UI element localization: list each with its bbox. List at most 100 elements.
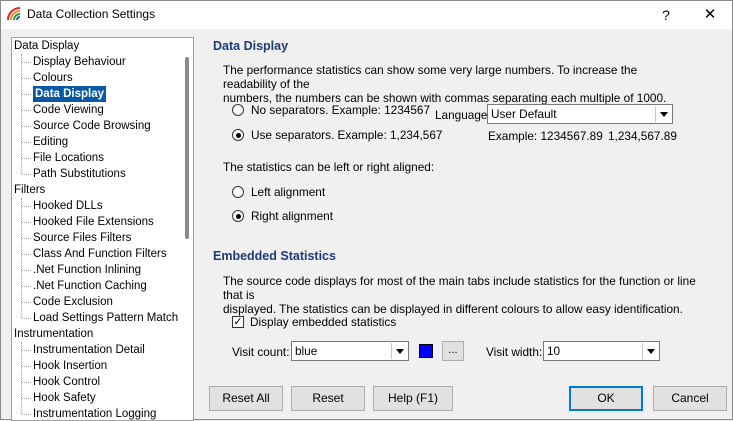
close-icon[interactable]: ✕ — [690, 1, 730, 29]
use-separators-label: Use separators. Example: 1,234,567 — [251, 128, 443, 142]
tree-connector — [22, 350, 31, 351]
tree-connector — [22, 222, 31, 223]
reset-button[interactable]: Reset — [291, 386, 365, 411]
tree-connector — [22, 286, 31, 287]
tree-item-hooked-file-extensions[interactable]: Hooked File Extensions — [33, 214, 154, 230]
tree-item-code-exclusion[interactable]: Code Exclusion — [33, 294, 113, 310]
tree-item-source-code-browsing[interactable]: Source Code Browsing — [33, 118, 151, 134]
visit-width-dropdown[interactable]: 10 — [543, 341, 660, 361]
language-dropdown[interactable]: User Default — [487, 104, 673, 124]
tree-connector-vertical — [21, 54, 22, 174]
tree-group-data-display[interactable]: Data Display — [14, 38, 79, 54]
visit-count-color-swatch — [419, 344, 433, 358]
no-separators-label: No separators. Example: 1234567 — [251, 103, 431, 117]
help-icon[interactable]: ? — [646, 1, 686, 29]
help-button[interactable]: Help (F1) — [373, 386, 453, 411]
tree-connector-vertical — [21, 342, 22, 414]
align-prompt: The statistics can be left or right alig… — [223, 160, 435, 174]
tree-connector — [22, 158, 31, 159]
tree-connector — [22, 62, 31, 63]
tree-scrollbar[interactable] — [181, 38, 193, 420]
left-alignment-label: Left alignment — [251, 185, 326, 199]
no-separators-option[interactable]: No separators. Example: 1234567 — [232, 102, 430, 118]
tree-connector — [22, 78, 31, 79]
visit-count-value: blue — [295, 344, 318, 358]
display-embedded-option[interactable]: ✓ Display embedded statistics — [232, 314, 396, 330]
tree-item-load-settings-pattern-match[interactable]: Load Settings Pattern Match — [33, 310, 178, 326]
tree-item-hook-control[interactable]: Hook Control — [33, 374, 100, 390]
window-title: Data Collection Settings — [27, 7, 156, 21]
tree-item-display-behaviour[interactable]: Display Behaviour — [33, 54, 126, 70]
no-separators-radio[interactable] — [232, 104, 244, 116]
tree-connector — [22, 142, 31, 143]
right-alignment-radio[interactable] — [232, 210, 244, 222]
example-value-separated: 1,234,567.89 — [608, 129, 677, 143]
chevron-down-icon[interactable] — [642, 343, 658, 359]
embedded-statistics-heading: Embedded Statistics — [213, 249, 336, 263]
tree-connector — [22, 238, 31, 239]
chevron-down-icon[interactable] — [655, 106, 671, 122]
reset-all-button[interactable]: Reset All — [209, 386, 283, 411]
title-bar[interactable]: Data Collection Settings ? ✕ — [1, 1, 732, 29]
left-alignment-option[interactable]: Left alignment — [232, 184, 325, 200]
example-value-plain: 1234567.89 — [540, 129, 603, 143]
tree-connector — [22, 254, 31, 255]
tree-connector — [22, 318, 31, 319]
tree-item-net-function-inlining[interactable]: .Net Function Inlining — [33, 262, 141, 278]
data-display-description: The performance statistics can show some… — [223, 63, 693, 105]
display-embedded-label: Display embedded statistics — [250, 315, 397, 329]
dialog-window: Data Collection Settings ? ✕ Data Displa… — [0, 0, 733, 421]
visit-width-label: Visit width: — [486, 345, 543, 359]
embedded-description-line-1: The source code displays for most of the… — [223, 274, 696, 302]
example-row: Example: 1234567.89 — [488, 129, 603, 143]
visit-width-value: 10 — [547, 344, 561, 358]
tree-item-code-viewing[interactable]: Code Viewing — [33, 102, 104, 118]
settings-tree[interactable]: Data Display Display Behaviour Colours Data… — [11, 37, 194, 421]
tree-connector — [22, 94, 31, 95]
embedded-statistics-description: The source code displays for most of the… — [223, 274, 703, 316]
tree-item-path-substitutions[interactable]: Path Substitutions — [33, 166, 126, 182]
tree-connector — [22, 366, 31, 367]
example-label: Example: — [488, 129, 538, 143]
data-display-description-line-1: The performance statistics can show some… — [223, 63, 638, 91]
display-embedded-checkbox[interactable]: ✓ — [232, 316, 244, 328]
language-value: User Default — [491, 107, 557, 121]
app-icon — [7, 7, 21, 21]
tree-item-data-display[interactable]: Data Display — [33, 86, 107, 102]
tree-item-hooked-dlls[interactable]: Hooked DLLs — [33, 198, 103, 214]
tree-item-net-function-caching[interactable]: .Net Function Caching — [33, 278, 147, 294]
cancel-button[interactable]: Cancel — [653, 386, 727, 411]
tree-item-hook-insertion[interactable]: Hook Insertion — [33, 358, 107, 374]
left-alignment-radio[interactable] — [232, 186, 244, 198]
tree-item-source-files-filters[interactable]: Source Files Filters — [33, 230, 131, 246]
right-alignment-option[interactable]: Right alignment — [232, 208, 333, 224]
tree-item-file-locations[interactable]: File Locations — [33, 150, 104, 166]
tree-item-class-and-function-filters[interactable]: Class And Function Filters — [33, 246, 167, 262]
use-separators-radio[interactable] — [232, 129, 244, 141]
tree-group-instrumentation[interactable]: Instrumentation — [14, 326, 93, 342]
chevron-down-icon[interactable] — [391, 343, 407, 359]
tree-item-hook-safety[interactable]: Hook Safety — [33, 390, 96, 406]
tree-item-instrumentation-logging[interactable]: Instrumentation Logging — [33, 406, 156, 420]
tree-connector — [22, 270, 31, 271]
tree-item-editing[interactable]: Editing — [33, 134, 68, 150]
tree-group-filters[interactable]: Filters — [14, 182, 45, 198]
tree-connector — [22, 414, 31, 415]
tree-connector — [22, 398, 31, 399]
tree-connector — [22, 206, 31, 207]
right-alignment-label: Right alignment — [251, 209, 333, 223]
tree-item-colours[interactable]: Colours — [33, 70, 73, 86]
tree-connector — [22, 174, 31, 175]
visit-count-label: Visit count: — [232, 345, 290, 359]
use-separators-option[interactable]: Use separators. Example: 1,234,567 — [232, 127, 442, 143]
tree-connector-vertical — [21, 198, 22, 318]
tree-item-instrumentation-detail[interactable]: Instrumentation Detail — [33, 342, 145, 358]
tree-connector — [22, 302, 31, 303]
tree-connector — [22, 110, 31, 111]
ok-button[interactable]: OK — [569, 386, 643, 411]
language-label: Language: — [435, 108, 491, 122]
visit-count-dropdown[interactable]: blue — [291, 341, 409, 361]
tree-scroll-thumb[interactable] — [185, 57, 189, 239]
tree-connector — [22, 382, 31, 383]
color-picker-button[interactable]: ... — [442, 341, 464, 361]
